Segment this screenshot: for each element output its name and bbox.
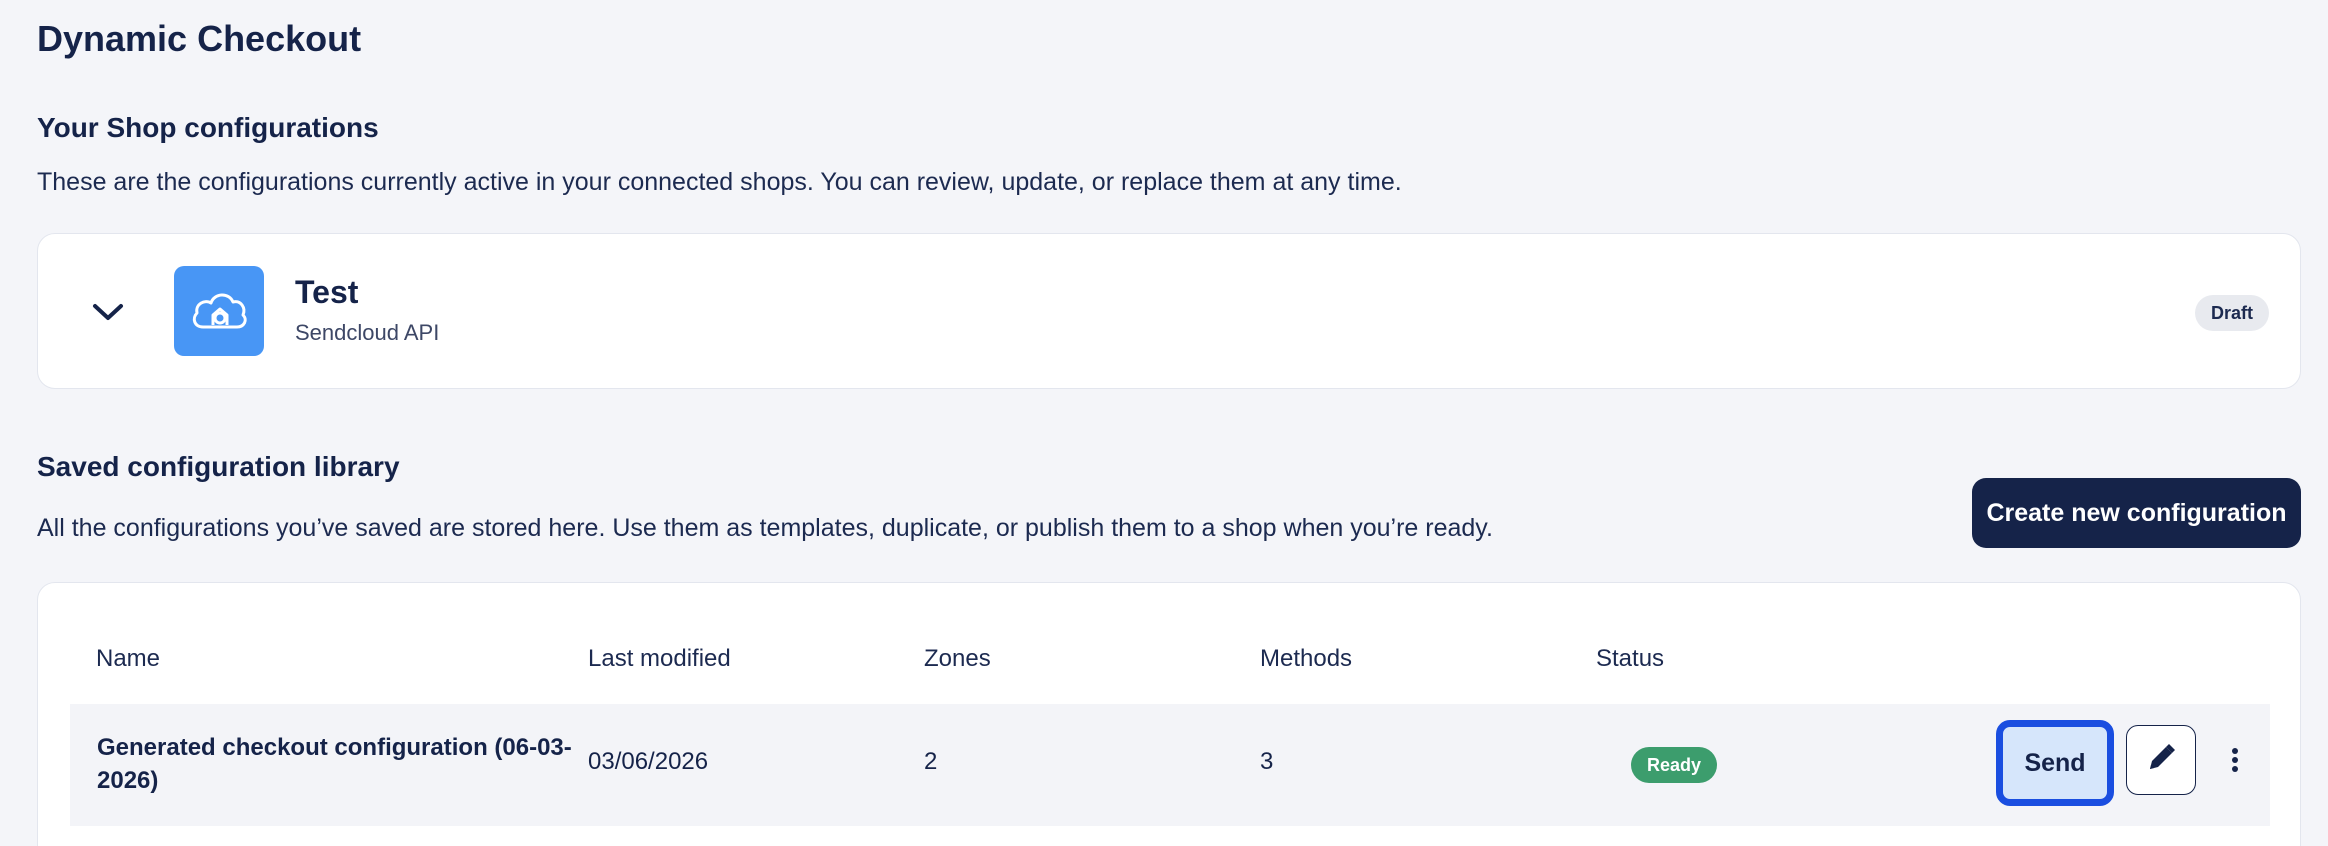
column-header-last-modified[interactable]: Last modified bbox=[588, 645, 731, 673]
send-button[interactable]: Send bbox=[1996, 720, 2114, 806]
status-badge-draft: Draft bbox=[2194, 295, 2269, 331]
config-methods: 3 bbox=[1260, 748, 1274, 775]
shop-integration: Sendcloud API bbox=[295, 320, 440, 345]
config-name: Generated checkout configuration (06-03-… bbox=[97, 734, 572, 794]
page-title: Dynamic Checkout bbox=[37, 18, 362, 59]
create-new-configuration-button[interactable]: Create new configuration bbox=[1972, 478, 2301, 548]
sendcloud-logo-icon bbox=[174, 266, 264, 356]
configuration-table: Name Last modified Zones Methods Status … bbox=[37, 582, 2301, 846]
shop-configurations-description: These are the configurations currently a… bbox=[37, 168, 1402, 196]
library-title: Saved configuration library bbox=[37, 451, 400, 482]
shop-configurations-title: Your Shop configurations bbox=[37, 112, 379, 143]
column-header-zones[interactable]: Zones bbox=[924, 645, 991, 673]
library-description: All the configurations you’ve saved are … bbox=[37, 514, 1493, 542]
column-header-methods[interactable]: Methods bbox=[1260, 645, 1352, 673]
shop-name: Test bbox=[295, 274, 359, 310]
chevron-down-icon[interactable] bbox=[86, 290, 130, 334]
column-header-status[interactable]: Status bbox=[1596, 645, 1664, 673]
edit-button[interactable] bbox=[2126, 725, 2196, 795]
config-last-modified: 03/06/2026 bbox=[588, 748, 709, 775]
status-badge-ready: Ready bbox=[1631, 747, 1718, 783]
pencil-icon bbox=[2144, 741, 2178, 780]
shop-card: Test Sendcloud API Draft bbox=[37, 233, 2301, 389]
table-row[interactable]: Generated checkout configuration (06-03-… bbox=[70, 704, 2270, 826]
config-zones: 2 bbox=[924, 748, 938, 775]
column-header-name[interactable]: Name bbox=[96, 645, 160, 673]
more-vertical-icon[interactable] bbox=[2220, 740, 2250, 780]
